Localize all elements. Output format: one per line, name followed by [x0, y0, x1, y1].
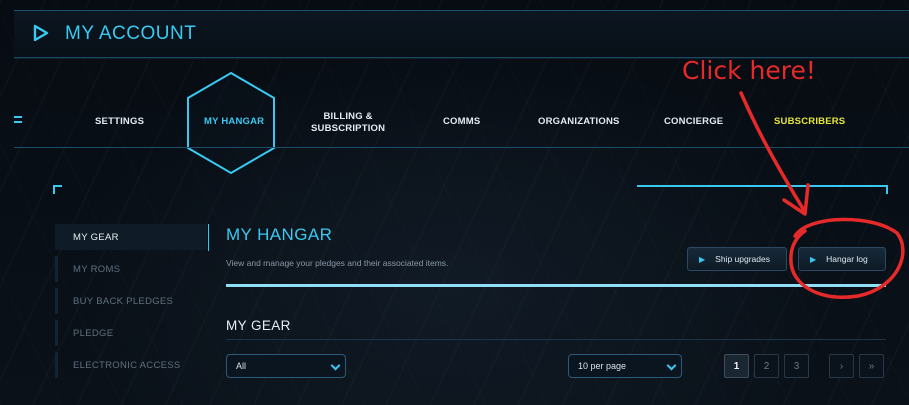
sidebar-item-my-roms[interactable]: MY ROMS — [55, 256, 207, 282]
sidebar-item-pledge[interactable]: PLEDGE — [55, 320, 207, 346]
ship-upgrades-label: Ship upgrades — [715, 254, 770, 264]
nav-tab-billing-line1: BILLING & — [323, 111, 373, 122]
filter-value: All — [236, 361, 247, 371]
frame-corner-top-left — [53, 185, 62, 194]
play-icon — [32, 24, 50, 47]
nav-bottom-line — [14, 147, 909, 148]
nav-tab-settings[interactable]: SETTINGS — [95, 116, 144, 128]
account-header: MY ACCOUNT — [14, 11, 909, 58]
page-button-2[interactable]: 2 — [754, 354, 779, 378]
chevron-down-icon — [666, 360, 677, 371]
ship-upgrades-button[interactable]: ▶ Ship upgrades — [687, 247, 787, 271]
gear-heading-line — [226, 339, 886, 340]
play-icon: ▶ — [810, 254, 817, 264]
sidebar-item-electronic-access[interactable]: ELECTRONIC ACCESS — [55, 352, 207, 378]
hangar-log-button[interactable]: ▶ Hangar log — [798, 247, 886, 271]
chevron-down-icon — [330, 360, 341, 371]
per-page-select[interactable]: 10 per page — [568, 354, 682, 378]
page-button-1[interactable]: 1 — [724, 354, 749, 378]
nav-tab-my-hangar[interactable]: MY HANGAR — [204, 116, 264, 128]
gear-heading: MY GEAR — [226, 318, 291, 333]
nav-tab-subscribers[interactable]: SUBSCRIBERS — [774, 116, 845, 128]
section-divider — [226, 284, 886, 287]
sidebar-divider — [208, 224, 209, 251]
sidebar-item-my-gear[interactable]: MY GEAR — [55, 224, 207, 250]
play-icon: ▶ — [699, 254, 706, 264]
per-page-value: 10 per page — [578, 361, 627, 371]
next-page-button[interactable]: › — [829, 354, 854, 378]
nav-tab-organizations[interactable]: ORGANIZATIONS — [538, 116, 620, 128]
hangar-log-label: Hangar log — [826, 254, 868, 264]
section-title: MY HANGAR — [226, 225, 333, 244]
page-button-3[interactable]: 3 — [784, 354, 809, 378]
nav-tab-concierge[interactable]: CONCIERGE — [664, 116, 723, 128]
nav-tab-billing-line2: SUBSCRIPTION — [311, 123, 386, 134]
frame-corner-top-right — [879, 185, 888, 194]
page-title: MY ACCOUNT — [65, 23, 197, 44]
annotation-text: Click here! — [682, 56, 816, 85]
nav-tab-billing-subscription[interactable]: BILLING & SUBSCRIPTION — [311, 111, 385, 135]
frame-top-line — [637, 185, 880, 187]
nav-tab-comms[interactable]: COMMS — [443, 116, 480, 128]
section-subtitle: View and manage your pledges and their a… — [226, 258, 449, 268]
menu-icon[interactable] — [14, 116, 22, 126]
filter-select[interactable]: All — [226, 354, 346, 378]
sidebar-item-buy-back-pledges[interactable]: BUY BACK PLEDGES — [55, 288, 207, 314]
last-page-button[interactable]: » — [859, 354, 884, 378]
